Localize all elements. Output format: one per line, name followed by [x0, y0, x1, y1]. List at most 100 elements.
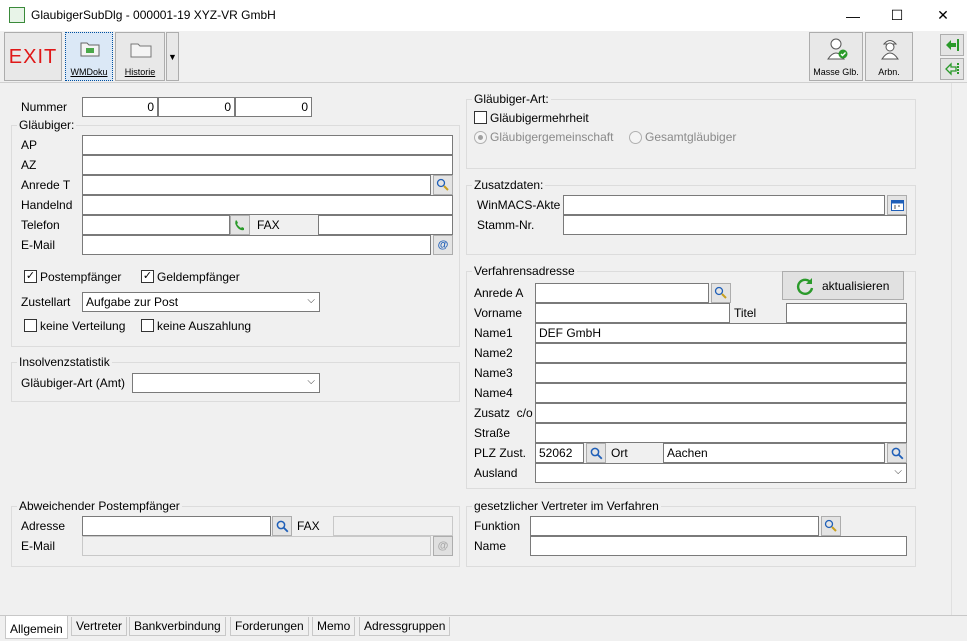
- ausland-select[interactable]: ⌵: [535, 463, 907, 483]
- geldempfaenger-checkbox[interactable]: ✓: [141, 270, 154, 283]
- nav-next-button[interactable]: [940, 34, 964, 56]
- key-search-icon: [824, 519, 837, 532]
- glaeubigermehrheit-label: Gläubigermehrheit: [490, 111, 589, 125]
- email-send-button[interactable]: @: [433, 235, 453, 255]
- abw-email-send-button[interactable]: @: [433, 536, 453, 556]
- az-field[interactable]: [82, 155, 453, 175]
- abw-email-label: E-Mail: [21, 539, 56, 553]
- anrede-t-label: Anrede T: [21, 178, 71, 192]
- tab-allgemein[interactable]: Allgemein: [5, 616, 68, 639]
- nav-prev-button[interactable]: [940, 58, 964, 80]
- folder-icon: [130, 43, 152, 58]
- fax-field[interactable]: [318, 215, 453, 235]
- anrede-a-lookup-button[interactable]: [711, 283, 731, 303]
- tab-bankverbindung[interactable]: Bankverbindung: [129, 617, 226, 636]
- abw-adresse-search-button[interactable]: [272, 516, 292, 536]
- titel-field[interactable]: [786, 303, 907, 323]
- tab-adressgruppen[interactable]: Adressgruppen: [359, 617, 451, 636]
- historie-button[interactable]: Historie: [115, 32, 165, 81]
- maximize-button[interactable]: ☐: [874, 0, 920, 31]
- close-button[interactable]: ✕: [920, 0, 966, 31]
- arbn-button[interactable]: Arbn.: [865, 32, 913, 81]
- vertreter-name-field[interactable]: [530, 536, 907, 556]
- name2-field[interactable]: [535, 343, 907, 363]
- strasse-field[interactable]: [535, 423, 907, 443]
- at-icon: @: [437, 540, 449, 552]
- funktion-field[interactable]: [530, 516, 819, 536]
- plz-search-button[interactable]: [586, 443, 606, 463]
- nummer-field-1[interactable]: 0: [82, 97, 158, 117]
- glaeubiger-art-amt-select[interactable]: ⌵: [132, 373, 320, 393]
- tab-memo[interactable]: Memo: [312, 617, 356, 636]
- glaeubigergemeinschaft-radio[interactable]: [474, 131, 487, 144]
- vertreter-name-label: Name: [474, 539, 507, 553]
- abw-adresse-field[interactable]: [82, 516, 271, 536]
- wmdoku-button[interactable]: WMDoku: [65, 32, 113, 81]
- zustellart-select[interactable]: Aufgabe zur Post ⌵: [82, 292, 320, 312]
- masse-glb-button[interactable]: Masse Glb.: [809, 32, 863, 81]
- postempfaenger-label: Postempfänger: [40, 270, 122, 284]
- tab-forderungen[interactable]: Forderungen: [230, 617, 309, 636]
- fax-label: FAX: [257, 218, 280, 232]
- ap-field[interactable]: [82, 135, 453, 155]
- verfahrensadresse-group-title: Verfahrensadresse: [472, 264, 577, 278]
- window-title: GlaubigerSubDlg - 000001-19 XYZ-VR GmbH: [31, 8, 276, 22]
- title-bar: GlaubigerSubDlg - 000001-19 XYZ-VR GmbH …: [0, 0, 967, 31]
- anrede-a-field[interactable]: [535, 283, 709, 303]
- toolbar-more-button[interactable]: ▼: [166, 32, 179, 81]
- vorname-field[interactable]: [535, 303, 730, 323]
- az-label: AZ: [21, 158, 37, 172]
- search-icon: [590, 447, 602, 459]
- name1-field[interactable]: DEF GmbH: [535, 323, 907, 343]
- winmacs-calendar-button[interactable]: [887, 195, 907, 215]
- abweichend-group-title: Abweichender Postempfänger: [17, 499, 182, 513]
- winmacs-field[interactable]: [563, 195, 885, 215]
- ort-field[interactable]: Aachen: [663, 443, 885, 463]
- keine-auszahlung-label: keine Auszahlung: [157, 319, 252, 333]
- name2-label: Name2: [474, 346, 513, 360]
- ort-search-button[interactable]: [887, 443, 907, 463]
- handelnd-field[interactable]: [82, 195, 453, 215]
- aktualisieren-button[interactable]: aktualisieren: [782, 271, 904, 300]
- name4-field[interactable]: [535, 383, 907, 403]
- plz-field[interactable]: 52062: [535, 443, 584, 463]
- telefon-dial-button[interactable]: [230, 215, 250, 235]
- nummer-field-3[interactable]: 0: [235, 97, 312, 117]
- folder-icon: [80, 42, 100, 57]
- funktion-lookup-button[interactable]: [821, 516, 841, 536]
- postempfaenger-checkbox[interactable]: ✓: [24, 270, 37, 283]
- keine-verteilung-checkbox[interactable]: [24, 319, 37, 332]
- titel-label: Titel: [734, 306, 757, 320]
- anrede-t-lookup-button[interactable]: [433, 175, 453, 195]
- gesamtglaeubiger-radio[interactable]: [629, 131, 642, 144]
- name3-field[interactable]: [535, 363, 907, 383]
- search-icon: [891, 447, 903, 459]
- stamm-nr-label: Stamm-Nr.: [477, 218, 535, 232]
- nummer-field-2[interactable]: 0: [158, 97, 235, 117]
- zusatz-co-field[interactable]: [535, 403, 907, 423]
- glaeubigermehrheit-checkbox[interactable]: [474, 111, 487, 124]
- anrede-t-field[interactable]: [82, 175, 431, 195]
- exit-button[interactable]: EXIT: [4, 32, 62, 81]
- anrede-a-label: Anrede A: [474, 286, 524, 300]
- worker-icon: [881, 40, 899, 60]
- chevron-down-icon: ⌵: [894, 466, 902, 477]
- abw-email-field[interactable]: [82, 536, 431, 556]
- nummer-label: Nummer: [21, 100, 68, 114]
- email-field[interactable]: [82, 235, 431, 255]
- glaeubiger-art-amt-label: Gläubiger-Art (Amt): [21, 376, 126, 390]
- app-icon: [9, 7, 25, 23]
- tab-vertreter[interactable]: Vertreter: [71, 617, 128, 636]
- chevron-down-icon: ⌵: [307, 376, 315, 387]
- telefon-field[interactable]: [82, 215, 230, 235]
- abw-fax-label: FAX: [297, 519, 320, 533]
- stamm-nr-field[interactable]: [563, 215, 907, 235]
- abw-fax-field[interactable]: [333, 516, 453, 536]
- minimize-button[interactable]: —: [830, 0, 876, 31]
- keine-auszahlung-checkbox[interactable]: [141, 319, 154, 332]
- vertreter-group-title: gesetzlicher Vertreter im Verfahren: [472, 499, 661, 513]
- arrow-left-dashed-icon: [945, 62, 959, 76]
- winmacs-label: WinMACS-Akte: [477, 198, 561, 212]
- key-search-icon: [436, 178, 449, 191]
- vertical-scrollbar[interactable]: [951, 83, 967, 615]
